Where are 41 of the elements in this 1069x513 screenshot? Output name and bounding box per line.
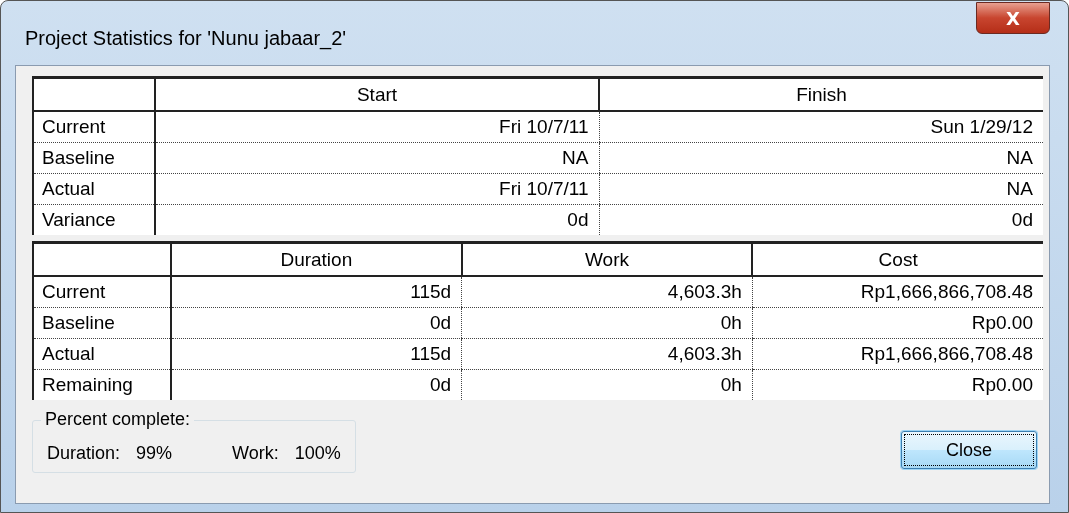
table-cell: 0h [461, 307, 753, 339]
table-cell: Fri 10/7/11 [155, 173, 599, 205]
column-header: Finish [599, 77, 1043, 111]
stat-label: Duration: [47, 443, 121, 464]
table-cell: 0h [461, 369, 753, 400]
column-header: Start [155, 77, 599, 111]
table-cell: 4,603.3h [461, 276, 753, 308]
table-cell: 0d [171, 307, 462, 339]
close-button[interactable]: X [976, 2, 1050, 34]
table-cell: Rp1,666,866,708.48 [752, 338, 1043, 370]
table-cell: 4,603.3h [461, 338, 753, 370]
window-title: Project Statistics for 'Nunu jabaar_2' [25, 26, 347, 50]
row-label: Remaining [33, 369, 171, 400]
column-header: Work [461, 242, 753, 276]
table-cell: Fri 10/7/11 [155, 111, 599, 143]
table-cell: 0d [171, 369, 462, 400]
row-label: Actual [33, 173, 155, 205]
row-label: Baseline [33, 142, 155, 174]
stat-value: 99% [136, 443, 173, 464]
stat-label: Work: [232, 443, 279, 464]
table-cell: 0d [599, 204, 1043, 235]
table-cell: NA [599, 142, 1043, 174]
table-cell: Rp0.00 [752, 307, 1043, 339]
table-cell: 115d [171, 276, 462, 308]
table-cell: Rp0.00 [752, 369, 1043, 400]
table-cell: Sun 1/29/12 [599, 111, 1043, 143]
stat-value: 100% [294, 443, 341, 464]
row-label: Current [33, 276, 171, 308]
row-label: Baseline [33, 307, 171, 339]
column-header: Duration [171, 242, 462, 276]
group-title: Percent complete: [41, 409, 195, 430]
row-label: Actual [33, 338, 171, 370]
table-cell: NA [599, 173, 1043, 205]
row-label: Variance [33, 204, 155, 235]
table-cell: 0d [155, 204, 599, 235]
column-header: Cost [752, 242, 1043, 276]
close-button[interactable]: Close [901, 431, 1037, 469]
table-cell: Rp1,666,866,708.48 [752, 276, 1043, 308]
row-label: Current [33, 111, 155, 143]
table-cell: 115d [171, 338, 462, 370]
table-cell: NA [155, 142, 599, 174]
